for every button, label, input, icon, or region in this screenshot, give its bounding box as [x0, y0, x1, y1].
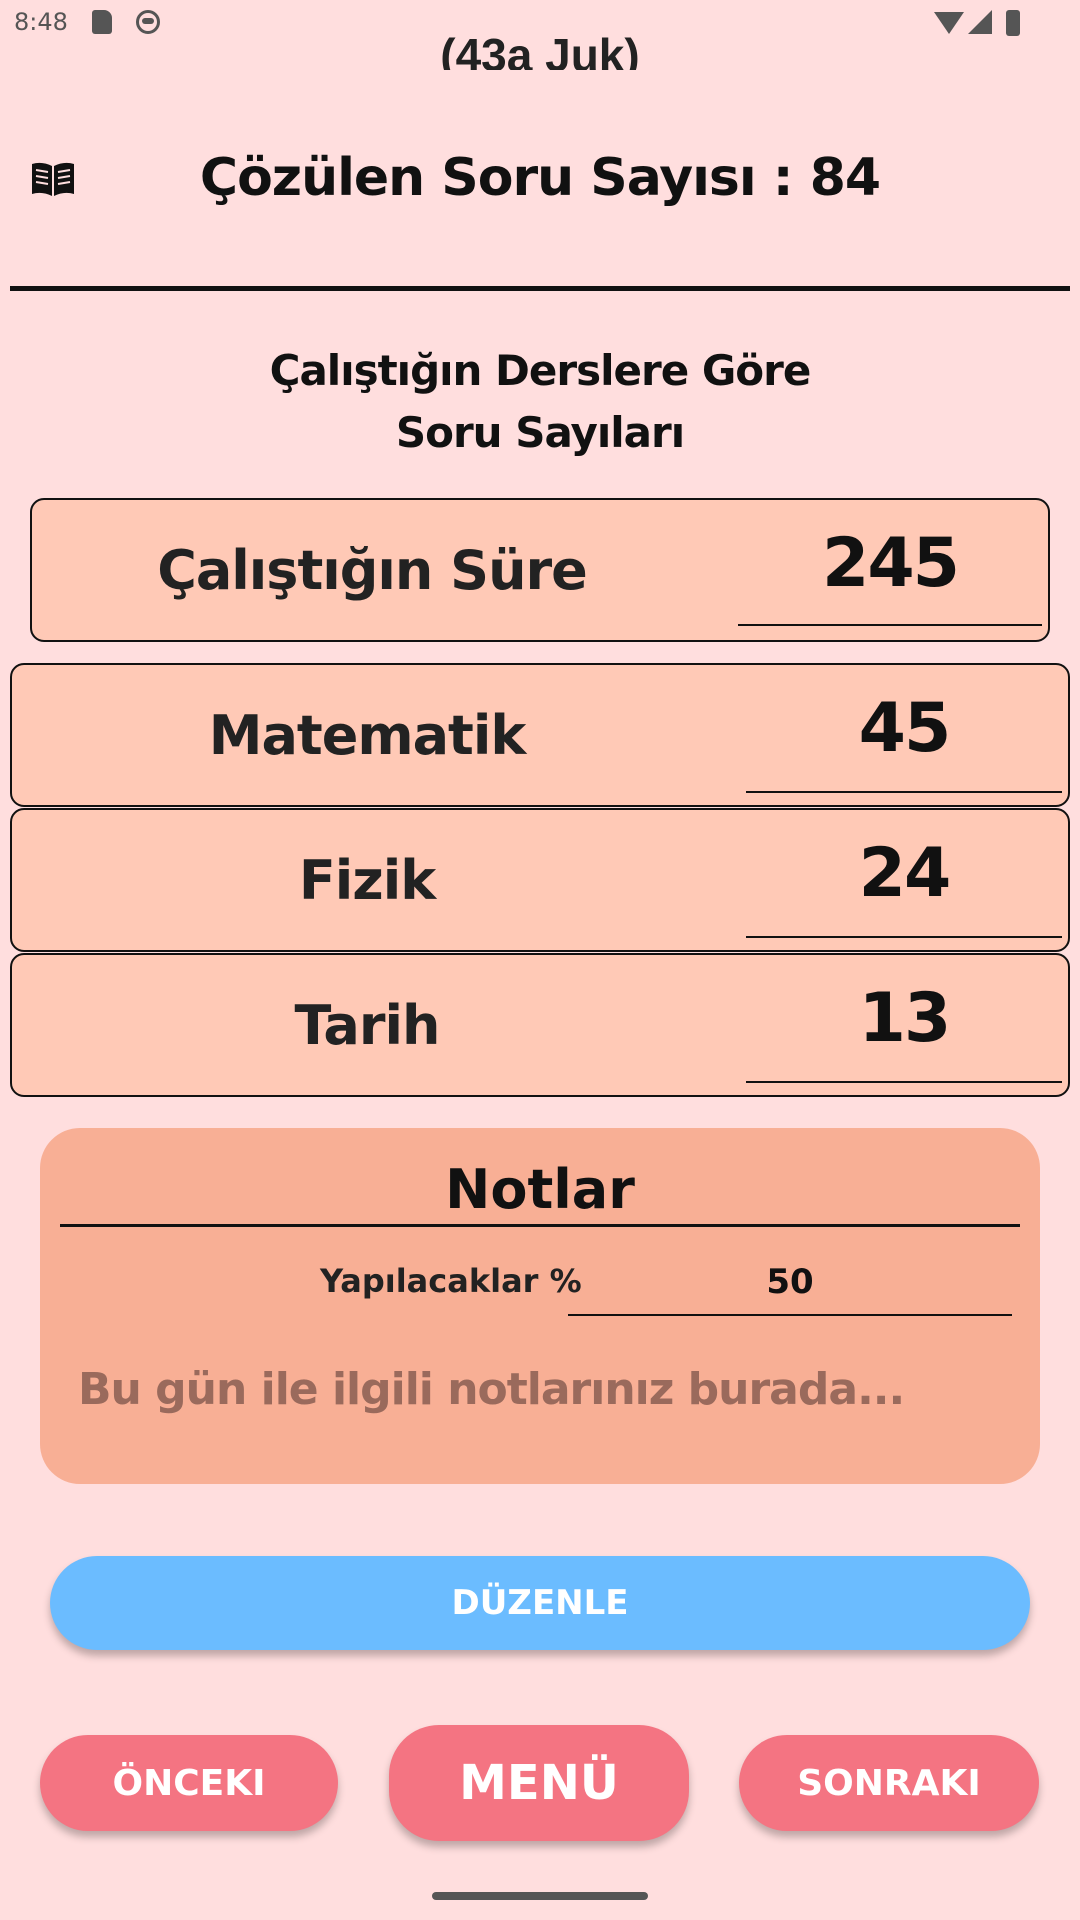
section-title-line1: Çalıştığın Derslere Göre: [269, 346, 812, 395]
notes-input[interactable]: [78, 1364, 998, 1415]
notes-title: Notlar: [445, 1158, 635, 1221]
scrolled-header-text: (43a Juk): [0, 20, 1080, 70]
history-input[interactable]: 13: [746, 979, 1062, 1058]
math-row: Matematik 45: [10, 663, 1070, 807]
math-underline: [746, 791, 1062, 793]
edit-button[interactable]: DÜZENLE: [50, 1556, 1030, 1650]
history-row: Tarih 13: [10, 953, 1070, 1097]
study-time-label: Çalıştığın Süre: [157, 538, 588, 602]
home-indicator[interactable]: [432, 1892, 648, 1900]
study-time-underline: [738, 624, 1042, 626]
menu-button[interactable]: MENÜ: [389, 1725, 689, 1841]
math-input[interactable]: 45: [746, 689, 1062, 768]
history-label: Tarih: [294, 993, 441, 1057]
physics-row: Fizik 24: [10, 808, 1070, 952]
notes-card: Notlar Yapılacaklar % 50: [40, 1128, 1040, 1484]
notes-title-underline: [60, 1224, 1020, 1227]
scrolled-header-label: (43a Juk): [440, 29, 640, 70]
header-divider: [10, 286, 1070, 291]
app-screen: 8:48 (43a Juk) Çözülen Soru Sayısı : 84 …: [0, 0, 1080, 1920]
physics-input[interactable]: 24: [746, 834, 1062, 913]
section-title: Çalıştığın Derslere Göre Soru Sayıları: [0, 340, 1080, 464]
todo-percent-underline: [568, 1314, 1012, 1316]
study-time-row: Çalıştığın Süre 245: [30, 498, 1050, 642]
next-button[interactable]: SONRAKI: [739, 1735, 1039, 1831]
solved-question-count: Çözülen Soru Sayısı : 84: [199, 148, 881, 208]
section-title-line2: Soru Sayıları: [395, 408, 685, 457]
todo-percent-input[interactable]: 50: [570, 1262, 1010, 1302]
history-underline: [746, 1081, 1062, 1083]
physics-label: Fizik: [298, 848, 436, 912]
previous-button[interactable]: ÖNCEKI: [40, 1735, 338, 1831]
todo-percent-label: Yapılacaklar %: [320, 1262, 582, 1300]
math-label: Matematik: [208, 703, 527, 767]
physics-underline: [746, 936, 1062, 938]
study-time-input[interactable]: 245: [738, 524, 1042, 603]
